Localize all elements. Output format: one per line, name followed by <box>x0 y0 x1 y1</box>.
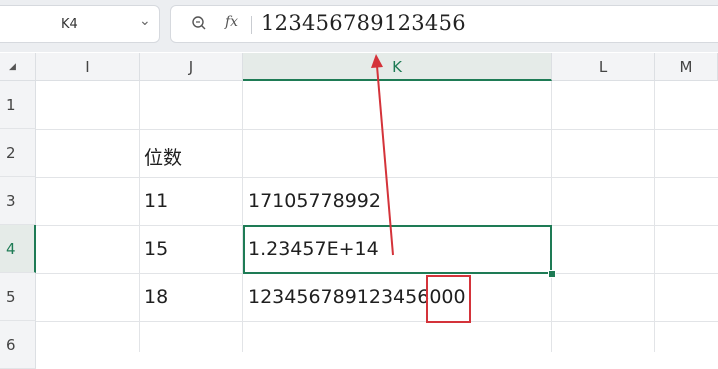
formula-bar[interactable]: fx 123456789123456 <box>170 5 718 43</box>
column-header-k[interactable]: K <box>243 53 552 81</box>
zoom-icon[interactable] <box>191 14 207 36</box>
fx-icon[interactable]: fx <box>225 14 238 30</box>
grid-line <box>654 81 655 352</box>
grid-line <box>242 81 243 352</box>
name-box[interactable]: K4 ⌄ <box>0 5 160 43</box>
cell-j3[interactable]: 11 <box>144 190 168 212</box>
cell-j4[interactable]: 15 <box>144 238 168 260</box>
formula-bar-value[interactable]: 123456789123456 <box>261 11 466 35</box>
row-header-4[interactable]: 4 <box>0 225 36 273</box>
cell-j5[interactable]: 18 <box>144 286 168 308</box>
column-header-i[interactable]: I <box>36 53 140 81</box>
divider <box>251 16 252 34</box>
annotation-highlight-box <box>426 275 471 323</box>
toolbar: K4 ⌄ fx 123456789123456 <box>0 0 718 52</box>
row-header-2[interactable]: 2 <box>0 129 36 177</box>
active-cell-selection <box>243 225 552 274</box>
grid-line <box>551 81 552 352</box>
fill-handle[interactable] <box>548 270 556 278</box>
name-box-value: K4 <box>61 17 78 32</box>
row-header-3[interactable]: 3 <box>0 177 36 225</box>
select-all-corner[interactable]: ◢ <box>0 53 36 81</box>
column-header-j[interactable]: J <box>140 53 243 81</box>
grid-line <box>139 81 140 352</box>
column-header-m[interactable]: M <box>655 53 718 81</box>
cell-k3[interactable]: 17105778992 <box>248 190 381 212</box>
row-header-5[interactable]: 5 <box>0 273 36 321</box>
cell-k5-digits: 123456789123456 <box>248 286 430 308</box>
column-header-l[interactable]: L <box>552 53 655 81</box>
row-header-6[interactable]: 6 <box>0 321 36 369</box>
row-header-1[interactable]: 1 <box>0 81 36 129</box>
chevron-down-icon[interactable]: ⌄ <box>139 13 151 29</box>
cell-j2[interactable]: 位数 <box>144 143 182 170</box>
select-all-icon[interactable]: ◢ <box>9 62 16 72</box>
